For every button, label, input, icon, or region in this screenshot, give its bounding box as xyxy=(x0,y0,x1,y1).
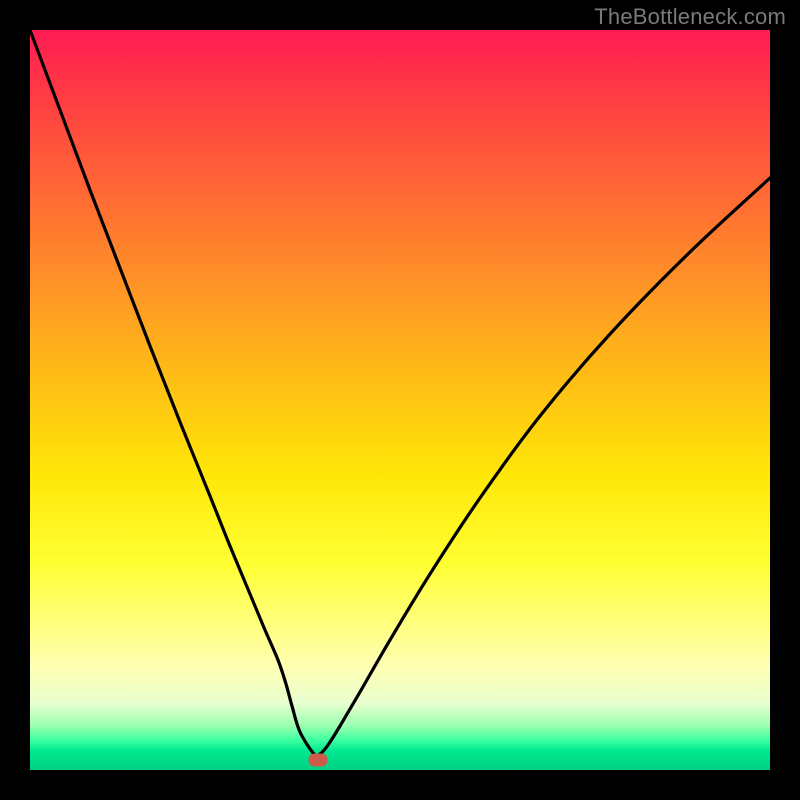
bottleneck-curve-path xyxy=(30,30,770,756)
curve-svg xyxy=(30,30,770,770)
curve-minimum-marker xyxy=(309,754,328,767)
chart-frame: TheBottleneck.com xyxy=(0,0,800,800)
watermark-label: TheBottleneck.com xyxy=(594,4,786,30)
plot-area xyxy=(30,30,770,770)
